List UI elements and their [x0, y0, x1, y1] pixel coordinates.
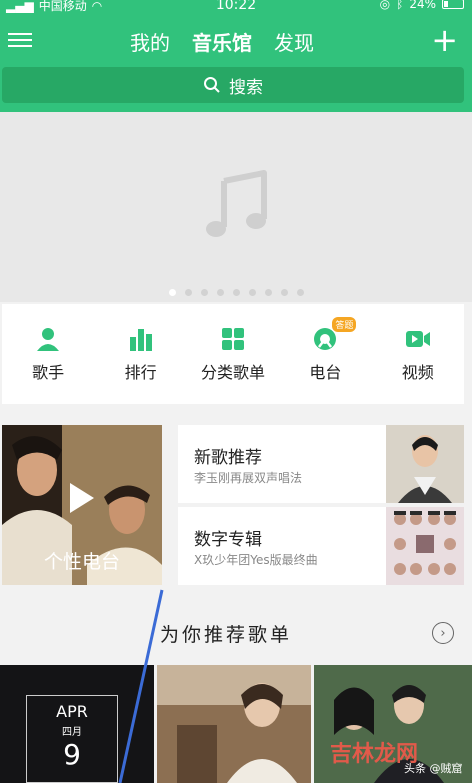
section-title: 为你推荐歌单	[160, 624, 293, 646]
pagination-dot[interactable]	[200, 289, 208, 296]
menu-icon[interactable]	[8, 29, 32, 51]
pagination-dot[interactable]	[184, 289, 192, 296]
digital-album-cover-image	[386, 507, 464, 585]
main-nav: 我的 音乐馆 发现 +	[0, 22, 472, 60]
card-subtitle: X玖少年团Yes版最终曲	[194, 553, 318, 567]
video-icon	[405, 331, 430, 347]
add-icon[interactable]: +	[431, 22, 458, 58]
pagination-dot[interactable]	[264, 289, 272, 296]
search-placeholder: 搜索	[229, 77, 263, 98]
date-badge: APR 四月 9	[26, 695, 118, 783]
banner-carousel[interactable]	[0, 112, 472, 302]
radio-card-label: 个性电台	[43, 551, 120, 573]
top-bar: ▂▄▆ 中国移动 ◠ 10:22 ◎ ᛒ 24% 我的 音乐馆 发现 + 搜索	[0, 0, 472, 112]
category-playlists[interactable]: 分类歌单	[193, 325, 273, 383]
category-label: 歌手	[32, 363, 65, 382]
pagination-dot[interactable]	[248, 289, 256, 296]
search-bar[interactable]: 搜索	[2, 67, 464, 103]
date-day: 9	[63, 738, 81, 771]
chevron-right-icon[interactable]: ›	[432, 622, 454, 644]
battery-icon	[442, 0, 464, 9]
music-note-icon	[206, 170, 267, 237]
radio-badge: 答题	[332, 317, 357, 332]
pagination-dot[interactable]	[216, 289, 224, 296]
search-icon	[204, 77, 220, 93]
singer-icon	[37, 328, 60, 351]
card-title: 数字专辑	[194, 530, 262, 550]
chart-icon	[129, 329, 152, 351]
grid-icon	[221, 328, 244, 350]
category-label: 分类歌单	[200, 363, 265, 382]
play-icon[interactable]	[70, 483, 94, 513]
pagination-dot[interactable]	[280, 289, 288, 296]
pagination-dot[interactable]	[296, 289, 304, 296]
date-month-cn: 四月	[62, 727, 82, 738]
bluetooth-icon: ᛒ	[396, 0, 404, 11]
watermark: 吉林龙网	[330, 742, 419, 767]
personal-radio-card[interactable]: 个性电台	[2, 425, 162, 585]
digital-album-card[interactable]: 数字专辑 X玖少年团Yes版最终曲	[178, 507, 464, 585]
category-singer[interactable]: 歌手	[8, 325, 88, 383]
alarm-icon: ◎	[379, 0, 391, 11]
tab-discover[interactable]: 发现	[274, 27, 314, 56]
tab-mine[interactable]: 我的	[130, 27, 170, 56]
battery-percent: 24%	[409, 0, 436, 11]
card-title: 新歌推荐	[194, 448, 262, 468]
pagination-dot[interactable]	[168, 289, 176, 296]
category-radio[interactable]: 答题 电台	[285, 317, 365, 383]
category-label: 视频	[401, 363, 434, 382]
playlist-card[interactable]: APR 四月 9	[0, 665, 154, 783]
new-songs-card[interactable]: 新歌推荐 李玉刚再展双声唱法	[178, 425, 464, 503]
new-songs-cover-image	[386, 425, 464, 503]
category-label: 排行	[124, 363, 157, 382]
playlist-card[interactable]	[157, 665, 311, 783]
status-bar: ▂▄▆ 中国移动 ◠ 10:22 ◎ ᛒ 24%	[0, 0, 472, 18]
tab-music-hall[interactable]: 音乐馆	[192, 27, 252, 56]
date-month: APR	[56, 702, 88, 721]
category-video[interactable]: 视频	[378, 325, 458, 383]
recommend-header: 为你推荐歌单 ›	[0, 600, 472, 660]
pagination-dot[interactable]	[232, 289, 240, 296]
playlist-cover-image	[157, 665, 311, 783]
banner-pagination	[0, 289, 472, 296]
category-chart[interactable]: 排行	[101, 325, 181, 383]
category-label: 电台	[309, 363, 342, 382]
card-subtitle: 李玉刚再展双声唱法	[194, 471, 303, 485]
category-row: 歌手 排行 分类歌单 答题 电台 视频	[2, 304, 464, 404]
